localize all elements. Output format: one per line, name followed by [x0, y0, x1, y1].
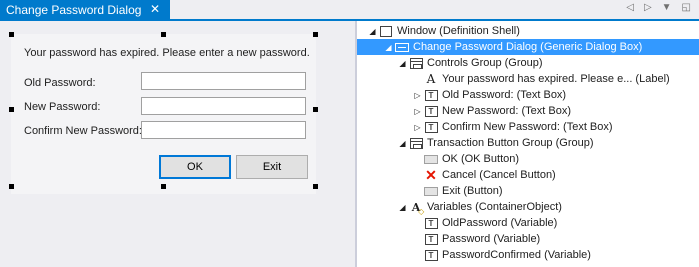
- tree-node-transaction-group[interactable]: ◢ Transaction Button Group (Group): [397, 135, 594, 151]
- tree-node-message-label[interactable]: A Your password has expired. Please e...…: [423, 71, 670, 87]
- label-icon: A: [426, 72, 436, 86]
- tab-strip-buttons: ◁ ▷ ▼ ◱: [626, 2, 691, 13]
- tree-node-label: Your password has expired. Please e... (…: [442, 73, 670, 85]
- button-icon: [423, 184, 439, 198]
- change-password-dialog-preview[interactable]: Your password has expired. Please enter …: [11, 34, 316, 194]
- tree-node-label: Confirm New Password: (Text Box): [442, 121, 613, 133]
- tree-node-var-password[interactable]: T Password (Variable): [423, 231, 540, 247]
- expanded-arrow-icon[interactable]: ◢: [397, 203, 408, 212]
- resize-handle-bottom[interactable]: [161, 184, 166, 189]
- old-password-field[interactable]: [141, 72, 306, 90]
- window-icon: [378, 24, 394, 38]
- collapsed-arrow-icon[interactable]: ▷: [412, 107, 423, 116]
- new-password-label: New Password:: [24, 101, 101, 113]
- resize-handle-bottom-left[interactable]: [9, 184, 14, 189]
- ok-button[interactable]: OK: [159, 155, 231, 179]
- tree-node-label: Cancel (Cancel Button): [442, 169, 556, 181]
- tree-node-label: Old Password: (Text Box): [442, 89, 567, 101]
- tree-node-cancel-button[interactable]: ✕ Cancel (Cancel Button): [423, 167, 556, 183]
- tree-node-old-password[interactable]: ▷ T Old Password: (Text Box): [412, 87, 566, 103]
- variable-icon: T: [423, 248, 439, 262]
- tree-node-confirm-password[interactable]: ▷ T Confirm New Password: (Text Box): [412, 119, 613, 135]
- tree-node-label: Controls Group (Group): [427, 57, 543, 69]
- document-tab-strip: Change Password Dialog ✕ ◁ ▷ ▼ ◱: [0, 0, 699, 21]
- expanded-arrow-icon[interactable]: ◢: [383, 43, 394, 52]
- resize-handle-bottom-right[interactable]: [313, 184, 318, 189]
- exit-button[interactable]: Exit: [236, 155, 308, 179]
- tree-node-label: Transaction Button Group (Group): [427, 137, 594, 149]
- collapsed-arrow-icon[interactable]: ▷: [412, 123, 423, 132]
- resize-handle-top[interactable]: [161, 32, 166, 37]
- variable-icon: T: [423, 232, 439, 246]
- variables-icon: A ◇: [411, 200, 425, 216]
- textbox-icon: T: [423, 88, 439, 102]
- tree-node-label: Exit (Button): [442, 185, 503, 197]
- tree-node-window[interactable]: ◢ Window (Definition Shell): [367, 23, 520, 39]
- tree-node-new-password[interactable]: ▷ T New Password: (Text Box): [412, 103, 571, 119]
- resize-handle-left[interactable]: [9, 107, 14, 112]
- expired-message-label: Your password has expired. Please enter …: [24, 47, 310, 59]
- variable-icon: T: [423, 216, 439, 230]
- tree-node-ok-button[interactable]: OK (OK Button): [423, 151, 519, 167]
- cancel-icon: ✕: [425, 167, 437, 183]
- restore-icon[interactable]: ◱: [682, 2, 691, 13]
- scroll-left-icon[interactable]: ◁: [626, 2, 634, 13]
- tab-title: Change Password Dialog: [6, 2, 142, 17]
- textbox-icon: T: [423, 104, 439, 118]
- tree-node-label: OldPassword (Variable): [442, 217, 558, 229]
- button-icon: [423, 152, 439, 166]
- tree-node-var-password-confirmed[interactable]: T PasswordConfirmed (Variable): [423, 247, 591, 263]
- confirm-password-field[interactable]: [141, 121, 306, 139]
- expanded-arrow-icon[interactable]: ◢: [397, 59, 408, 68]
- tree-node-controls-group[interactable]: ◢ Controls Group (Group): [397, 55, 543, 71]
- tree-node-var-old-password[interactable]: T OldPassword (Variable): [423, 215, 557, 231]
- collapsed-arrow-icon[interactable]: ▷: [412, 91, 423, 100]
- old-password-label: Old Password:: [24, 77, 96, 89]
- new-password-field[interactable]: [141, 97, 306, 115]
- tree-node-label: OK (OK Button): [442, 153, 520, 165]
- resize-handle-right[interactable]: [313, 107, 318, 112]
- tree-node-label: Password (Variable): [442, 233, 541, 245]
- resize-handle-top-right[interactable]: [313, 32, 318, 37]
- resize-handle-top-left[interactable]: [9, 32, 14, 37]
- tree-node-label: Window (Definition Shell): [397, 25, 520, 37]
- tree-node-variables[interactable]: ◢ A ◇ Variables (ContainerObject): [397, 199, 562, 216]
- tree-node-exit-button[interactable]: Exit (Button): [423, 183, 503, 199]
- dialog-box-icon: [394, 40, 410, 54]
- confirm-password-label: Confirm New Password:: [24, 125, 142, 137]
- tree-node-dialog[interactable]: ◢ Change Password Dialog (Generic Dialog…: [357, 39, 699, 55]
- tree-node-label: Change Password Dialog (Generic Dialog B…: [413, 41, 643, 53]
- close-icon[interactable]: ✕: [150, 2, 160, 16]
- textbox-icon: T: [423, 120, 439, 134]
- group-icon: [408, 56, 424, 70]
- tree-node-label: Variables (ContainerObject): [427, 201, 562, 213]
- group-icon: [408, 136, 424, 150]
- tab-change-password-dialog[interactable]: Change Password Dialog ✕: [0, 0, 170, 19]
- expanded-arrow-icon[interactable]: ◢: [397, 139, 408, 148]
- tree-node-label: PasswordConfirmed (Variable): [442, 249, 591, 261]
- expanded-arrow-icon[interactable]: ◢: [367, 27, 378, 36]
- outline-tree: ◢ Window (Definition Shell) ◢ Change Pas…: [357, 21, 699, 267]
- tree-node-label: New Password: (Text Box): [442, 105, 571, 117]
- chevron-down-icon[interactable]: ▼: [662, 2, 672, 13]
- designer-canvas[interactable]: Your password has expired. Please enter …: [0, 21, 355, 267]
- scroll-right-icon[interactable]: ▷: [644, 2, 652, 13]
